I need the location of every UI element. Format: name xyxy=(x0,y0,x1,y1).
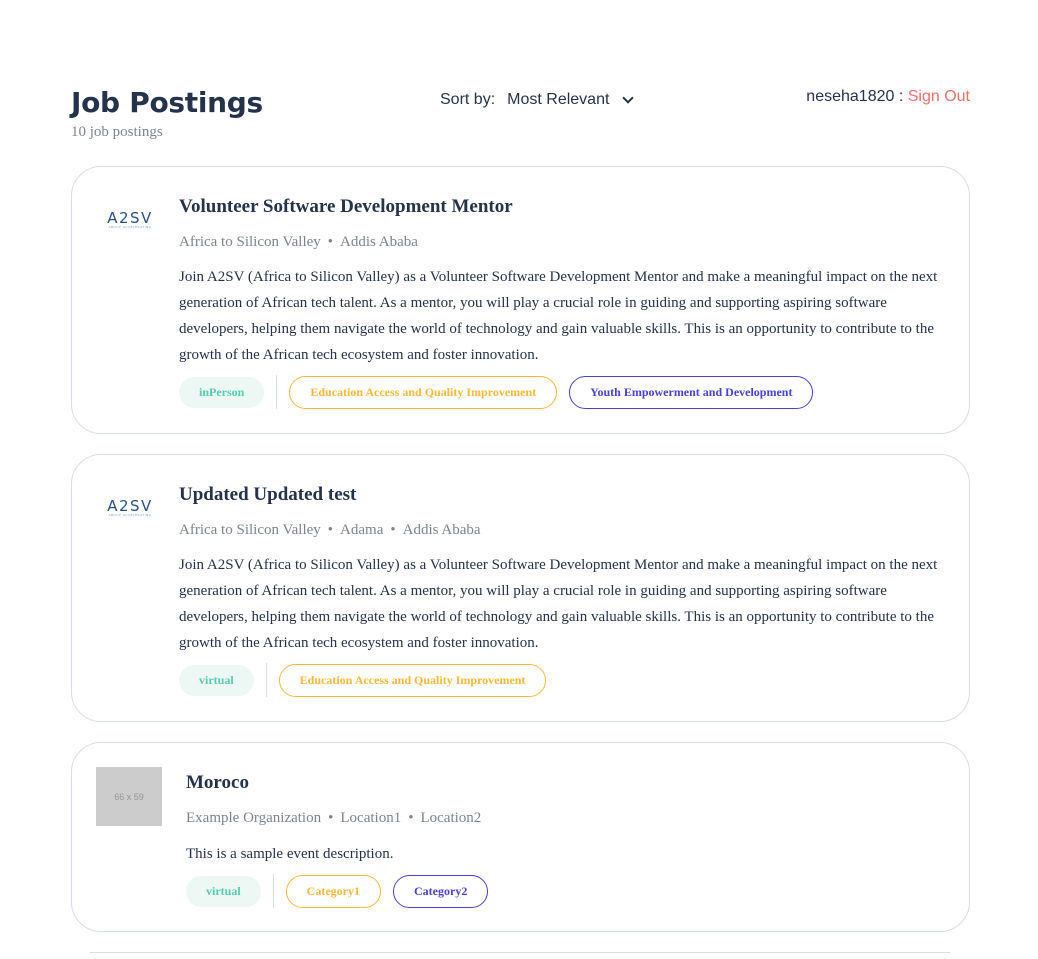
logo-subtext: ABOUT ACCELERATING xyxy=(108,224,152,229)
org-logo: A2SV ABOUT ACCELERATING xyxy=(97,190,163,249)
logo-text: A2SV xyxy=(107,208,153,227)
job-card[interactable]: A2SV ABOUT ACCELERATING Volunteer Softwa… xyxy=(71,166,970,434)
location: Addis Ababa xyxy=(402,522,481,538)
job-title: Volunteer Software Development Mentor xyxy=(179,196,513,217)
sign-out-link[interactable]: Sign Out xyxy=(908,88,970,105)
sort-dropdown[interactable]: Most Relevant xyxy=(507,91,635,109)
job-title: Updated Updated test xyxy=(179,484,357,505)
job-tags: virtual Education Access and Quality Imp… xyxy=(179,663,558,697)
job-tags: inPerson Education Access and Quality Im… xyxy=(179,375,814,409)
org-logo: A2SV ABOUT ACCELERATING xyxy=(97,478,163,537)
category-tag: Education Access and Quality Improvement xyxy=(289,375,558,409)
category-tag: Category1 xyxy=(285,874,381,908)
tag-divider xyxy=(272,874,274,908)
job-meta: Example Organization • Location1 • Location2 xyxy=(186,810,482,826)
username: neseha1820 xyxy=(806,88,895,105)
user-info: neseha1820 : Sign Out xyxy=(806,88,970,106)
org-name: Africa to Silicon Valley xyxy=(179,234,321,250)
job-card[interactable]: 66 x 59 Moroco Example Organization • Loca… xyxy=(71,742,970,932)
sort-value: Most Relevant xyxy=(507,91,610,108)
job-card-partial xyxy=(90,952,950,959)
page-title: Job Postings xyxy=(71,86,263,119)
job-count: 10 job postings xyxy=(71,124,163,140)
job-card[interactable]: A2SV ABOUT ACCELERATING Updated Updated … xyxy=(71,454,970,722)
job-meta: Africa to Silicon Valley • Adama • Addis Aba… xyxy=(179,522,481,538)
job-tags: virtual Category1 Category2 xyxy=(186,874,489,908)
mode-tag: inPerson xyxy=(179,376,265,408)
tag-divider xyxy=(276,375,278,409)
logo-subtext: ABOUT ACCELERATING xyxy=(108,512,152,517)
location: Location2 xyxy=(420,810,482,826)
job-title: Moroco xyxy=(186,772,249,793)
user-separator: : xyxy=(894,88,908,105)
org-name: Africa to Silicon Valley xyxy=(179,522,321,538)
location: Location1 xyxy=(340,810,402,826)
category-tag: Youth Empowerment and Development xyxy=(569,375,814,409)
page-header: Job Postings 10 job postings Sort by: Mo… xyxy=(71,84,970,144)
job-description: Join A2SV (Africa to Silicon Valley) as … xyxy=(179,269,938,363)
sort-control: Sort by: Most Relevant xyxy=(440,91,635,109)
chevron-down-icon xyxy=(622,91,635,104)
job-description: Join A2SV (Africa to Silicon Valley) as … xyxy=(179,557,938,651)
org-name: Example Organization xyxy=(186,810,322,826)
mode-tag: virtual xyxy=(186,875,261,907)
logo-placeholder: 66 x 59 xyxy=(96,767,162,826)
category-tag: Education Access and Quality Improvement xyxy=(278,663,547,697)
sort-label: Sort by: xyxy=(440,91,496,108)
job-description: This is a sample event description. xyxy=(186,846,394,862)
location: Adama xyxy=(340,522,384,538)
job-meta: Africa to Silicon Valley • Addis Ababa xyxy=(179,234,418,250)
mode-tag: virtual xyxy=(179,664,254,696)
logo-text: A2SV xyxy=(107,496,153,515)
tag-divider xyxy=(265,663,267,697)
category-tag: Category2 xyxy=(393,874,489,908)
location: Addis Ababa xyxy=(340,234,418,250)
